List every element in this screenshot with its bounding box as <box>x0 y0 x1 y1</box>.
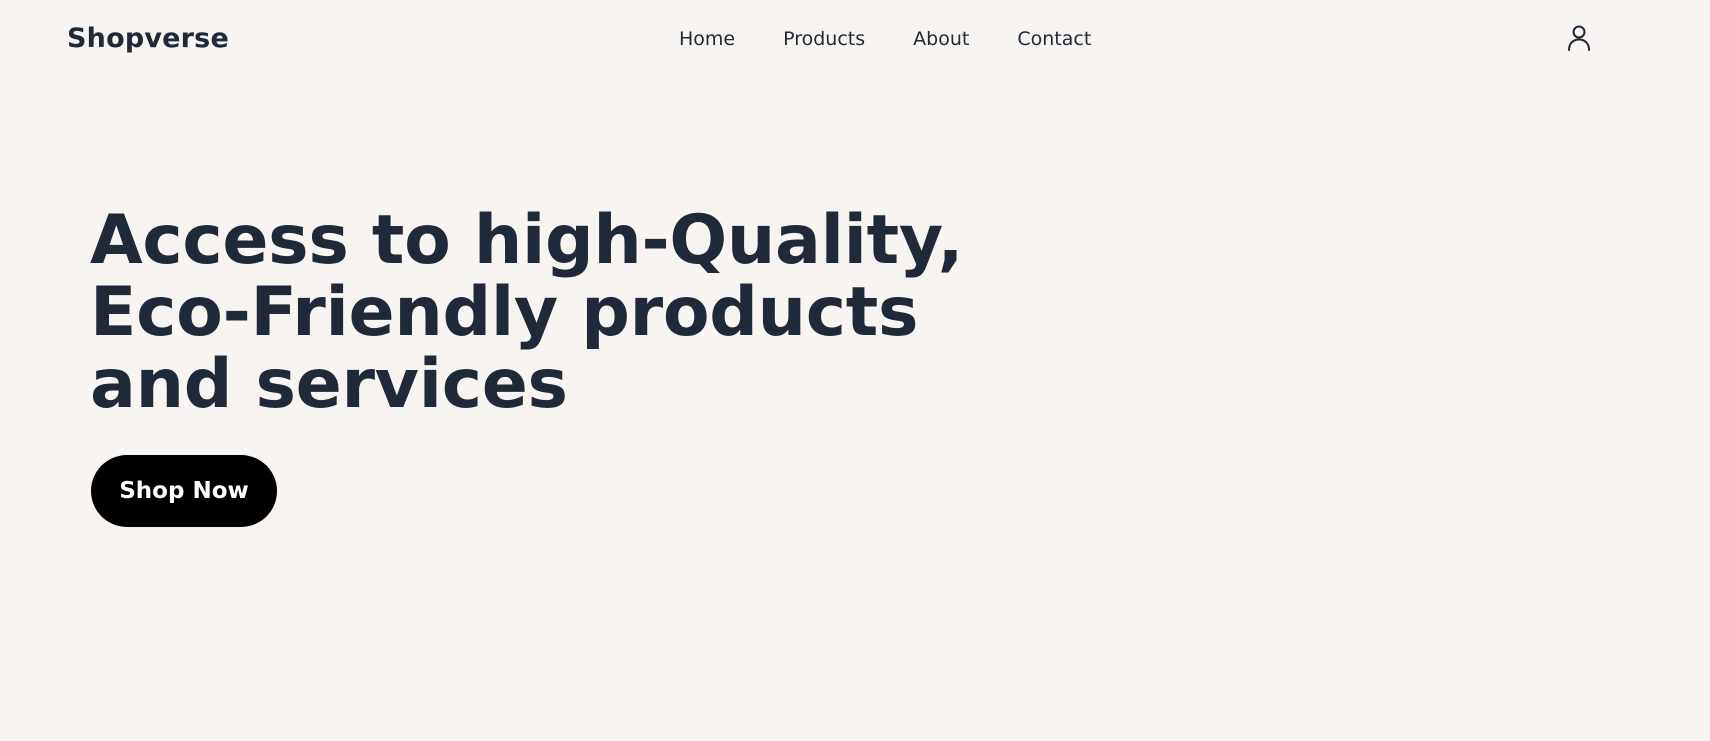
shop-now-button[interactable]: Shop Now <box>91 455 277 527</box>
navbar: Shopverse Home Products About Contact <box>0 0 1710 80</box>
nav-link-home[interactable]: Home <box>679 25 735 53</box>
main-nav: Home Products About Contact <box>679 25 1091 53</box>
hero-title: Access to high-Quality, Eco-Friendly pro… <box>90 205 990 421</box>
user-icon[interactable] <box>1566 24 1592 52</box>
brand-logo[interactable]: Shopverse <box>67 21 229 57</box>
nav-link-contact[interactable]: Contact <box>1017 25 1091 53</box>
nav-link-about[interactable]: About <box>913 25 969 53</box>
hero-title-line: and services <box>90 345 568 424</box>
hero-title-line: Access to high-Quality, <box>90 201 964 280</box>
hero-title-line: Eco-Friendly products <box>90 273 919 352</box>
nav-link-products[interactable]: Products <box>783 25 865 53</box>
hero-section: Access to high-Quality, Eco-Friendly pro… <box>90 205 990 421</box>
